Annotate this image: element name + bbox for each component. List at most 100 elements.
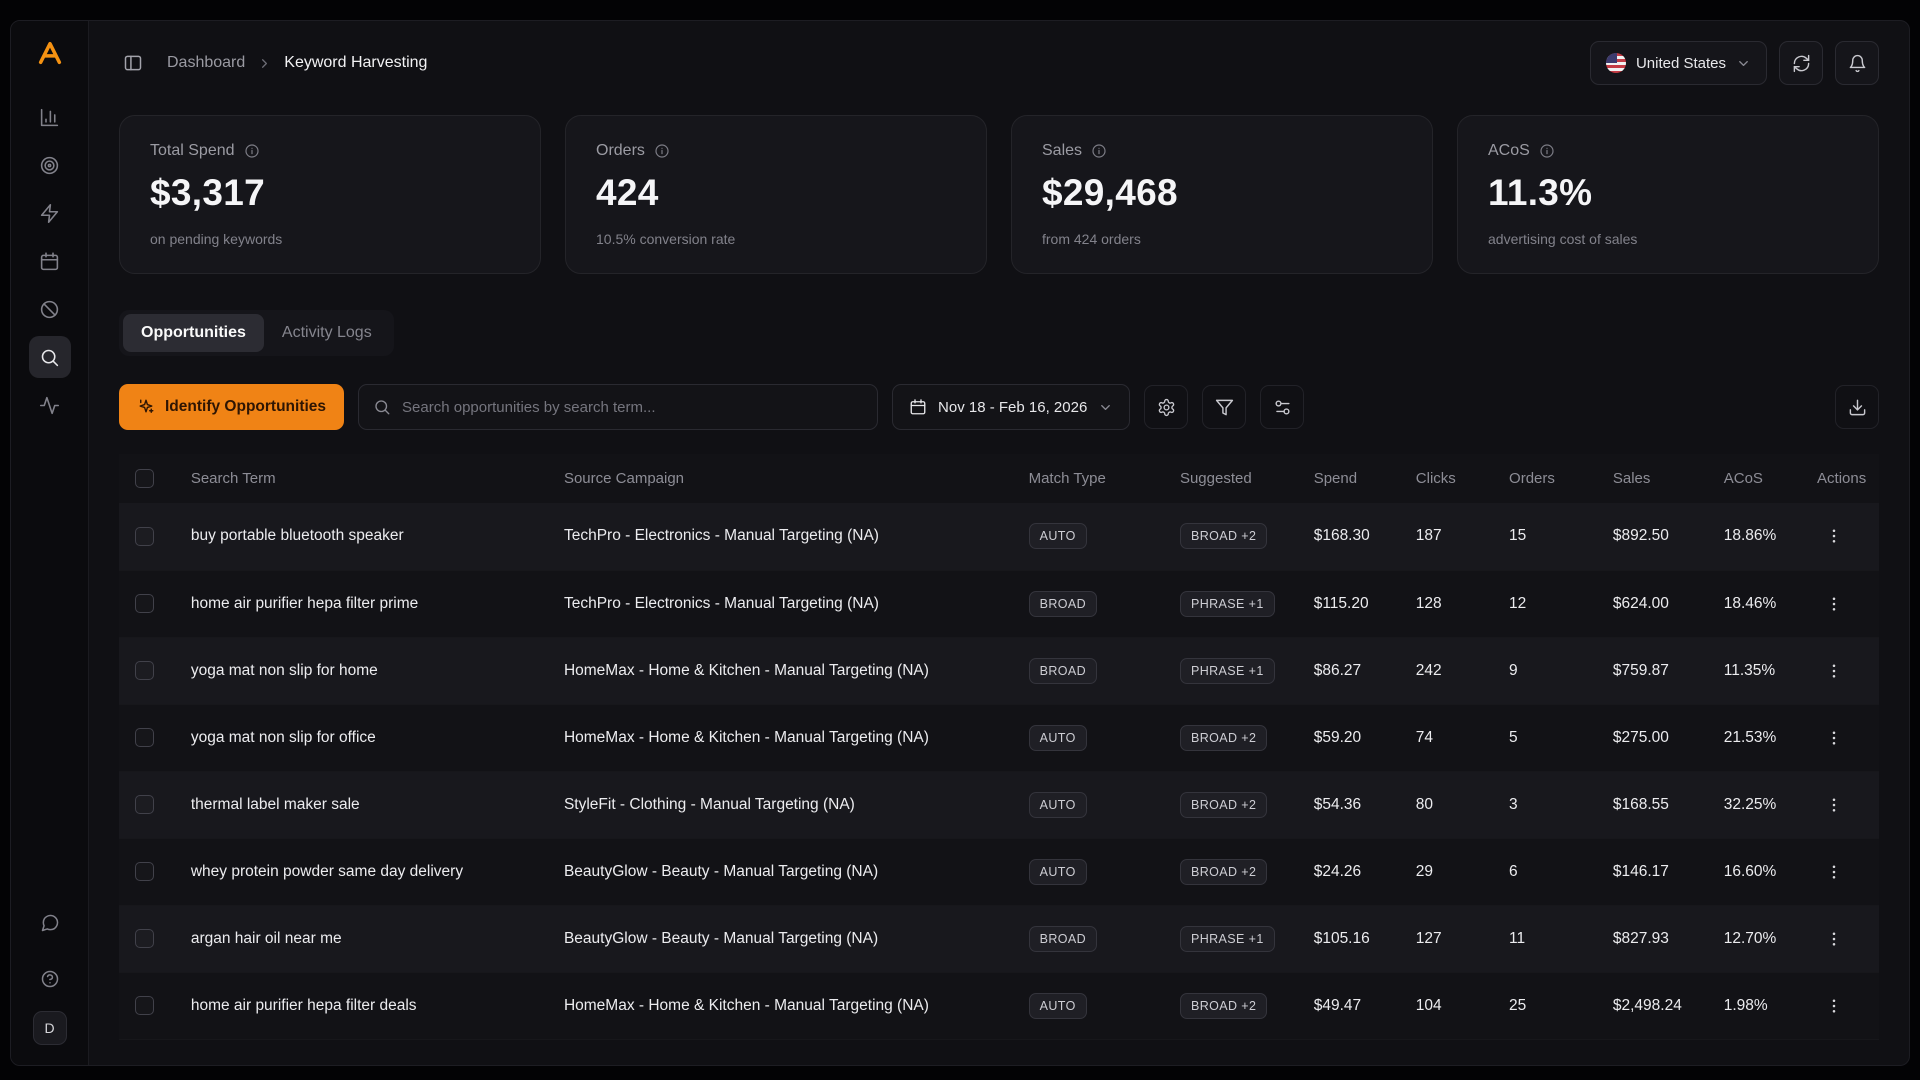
region-select[interactable]: United States [1590, 41, 1767, 85]
clicks-cell: 29 [1404, 838, 1497, 905]
breadcrumb-current: Keyword Harvesting [284, 54, 427, 72]
info-icon[interactable] [654, 143, 670, 159]
stat-label: Sales [1042, 142, 1082, 160]
sidebar-item-targeting[interactable] [29, 144, 71, 186]
acos-cell: 1.98% [1712, 972, 1805, 1039]
sidebar-item-schedule[interactable] [29, 240, 71, 282]
sidebar-item-analytics[interactable] [29, 96, 71, 138]
search-term-cell: whey protein powder same day delivery [179, 838, 552, 905]
clicks-cell: 128 [1404, 570, 1497, 637]
us-flag-icon [1606, 53, 1626, 73]
sales-cell: $2,498.24 [1601, 972, 1712, 1039]
stat-subtext: on pending keywords [150, 231, 510, 247]
col-header-spend: Spend [1302, 454, 1404, 503]
identify-opportunities-button[interactable]: Identify Opportunities [119, 384, 344, 430]
row-actions-button[interactable] [1817, 788, 1851, 822]
more-vertical-icon [1825, 527, 1843, 545]
spend-cell: $54.36 [1302, 771, 1404, 838]
row-actions-button[interactable] [1817, 922, 1851, 956]
tab-activity-logs[interactable]: Activity Logs [264, 314, 390, 352]
row-checkbox[interactable] [135, 594, 154, 613]
row-checkbox[interactable] [135, 996, 154, 1015]
main-area: Dashboard Keyword Harvesting United Stat… [89, 21, 1909, 1065]
filter-button[interactable] [1202, 385, 1246, 429]
more-vertical-icon [1825, 662, 1843, 680]
help-button[interactable] [29, 958, 71, 1000]
search-term-cell: yoga mat non slip for office [179, 704, 552, 771]
settings-button[interactable] [1144, 385, 1188, 429]
app-logo[interactable] [36, 39, 64, 67]
search-icon [373, 398, 391, 416]
match-type-badge: AUTO [1029, 792, 1087, 818]
spend-cell: $86.27 [1302, 637, 1404, 704]
column-settings-button[interactable] [1260, 385, 1304, 429]
breadcrumb-dashboard[interactable]: Dashboard [167, 54, 245, 72]
suggested-badge: PHRASE +1 [1180, 658, 1275, 684]
stat-label: Orders [596, 142, 645, 160]
calendar-icon [39, 251, 60, 272]
chat-button[interactable] [29, 902, 71, 944]
search-term-cell: argan hair oil near me [179, 905, 552, 972]
table-row: argan hair oil near me BeautyGlow - Beau… [119, 905, 1879, 972]
stat-label: ACoS [1488, 142, 1530, 160]
row-actions-button[interactable] [1817, 721, 1851, 755]
sales-cell: $624.00 [1601, 570, 1712, 637]
row-actions-button[interactable] [1817, 654, 1851, 688]
stat-card-acos: ACoS 11.3% advertising cost of sales [1457, 115, 1879, 274]
row-actions-button[interactable] [1817, 519, 1851, 553]
row-checkbox[interactable] [135, 661, 154, 680]
sales-cell: $759.87 [1601, 637, 1712, 704]
select-all-checkbox[interactable] [135, 469, 154, 488]
acos-cell: 11.35% [1712, 637, 1805, 704]
row-actions-button[interactable] [1817, 855, 1851, 889]
match-type-badge: AUTO [1029, 993, 1087, 1019]
orders-cell: 15 [1497, 503, 1601, 570]
date-range-label: Nov 18 - Feb 16, 2026 [938, 399, 1087, 416]
row-checkbox[interactable] [135, 862, 154, 881]
chevron-right-icon [257, 56, 272, 71]
acos-cell: 21.53% [1712, 704, 1805, 771]
row-checkbox[interactable] [135, 728, 154, 747]
info-icon[interactable] [1539, 143, 1555, 159]
clicks-cell: 127 [1404, 905, 1497, 972]
row-checkbox[interactable] [135, 795, 154, 814]
info-icon[interactable] [1091, 143, 1107, 159]
notifications-button[interactable] [1835, 41, 1879, 85]
date-range-picker[interactable]: Nov 18 - Feb 16, 2026 [892, 384, 1130, 430]
sidebar-bottom: D [29, 899, 71, 1045]
sidebar-item-negatives[interactable] [29, 288, 71, 330]
col-header-sales: Sales [1601, 454, 1712, 503]
source-campaign-cell: StyleFit - Clothing - Manual Targeting (… [552, 771, 1017, 838]
row-checkbox[interactable] [135, 527, 154, 546]
suggested-badge: BROAD +2 [1180, 792, 1267, 818]
user-avatar[interactable]: D [33, 1011, 67, 1045]
sidebar-item-keyword-harvesting[interactable] [29, 336, 71, 378]
match-type-badge: AUTO [1029, 725, 1087, 751]
sidebar-item-activity[interactable] [29, 384, 71, 426]
source-campaign-cell: BeautyGlow - Beauty - Manual Targeting (… [552, 838, 1017, 905]
stat-card-orders: Orders 424 10.5% conversion rate [565, 115, 987, 274]
clicks-cell: 242 [1404, 637, 1497, 704]
search-term-cell: yoga mat non slip for home [179, 637, 552, 704]
refresh-button[interactable] [1779, 41, 1823, 85]
table-row: yoga mat non slip for office HomeMax - H… [119, 704, 1879, 771]
search-input[interactable] [402, 399, 863, 416]
target-icon [39, 155, 60, 176]
export-button[interactable] [1835, 385, 1879, 429]
chat-icon [40, 913, 60, 933]
stat-subtext: 10.5% conversion rate [596, 231, 956, 247]
row-actions-button[interactable] [1817, 587, 1851, 621]
orders-cell: 9 [1497, 637, 1601, 704]
row-actions-button[interactable] [1817, 989, 1851, 1023]
suggested-badge: BROAD +2 [1180, 993, 1267, 1019]
sidebar-toggle-button[interactable] [119, 49, 147, 77]
info-icon[interactable] [244, 143, 260, 159]
table-row: home air purifier hepa filter prime Tech… [119, 570, 1879, 637]
match-type-badge: AUTO [1029, 523, 1087, 549]
suggested-badge: BROAD +2 [1180, 725, 1267, 751]
panel-left-icon [123, 53, 143, 73]
row-checkbox[interactable] [135, 929, 154, 948]
topbar: Dashboard Keyword Harvesting United Stat… [89, 21, 1909, 105]
tab-opportunities[interactable]: Opportunities [123, 314, 264, 352]
sidebar-item-automation[interactable] [29, 192, 71, 234]
